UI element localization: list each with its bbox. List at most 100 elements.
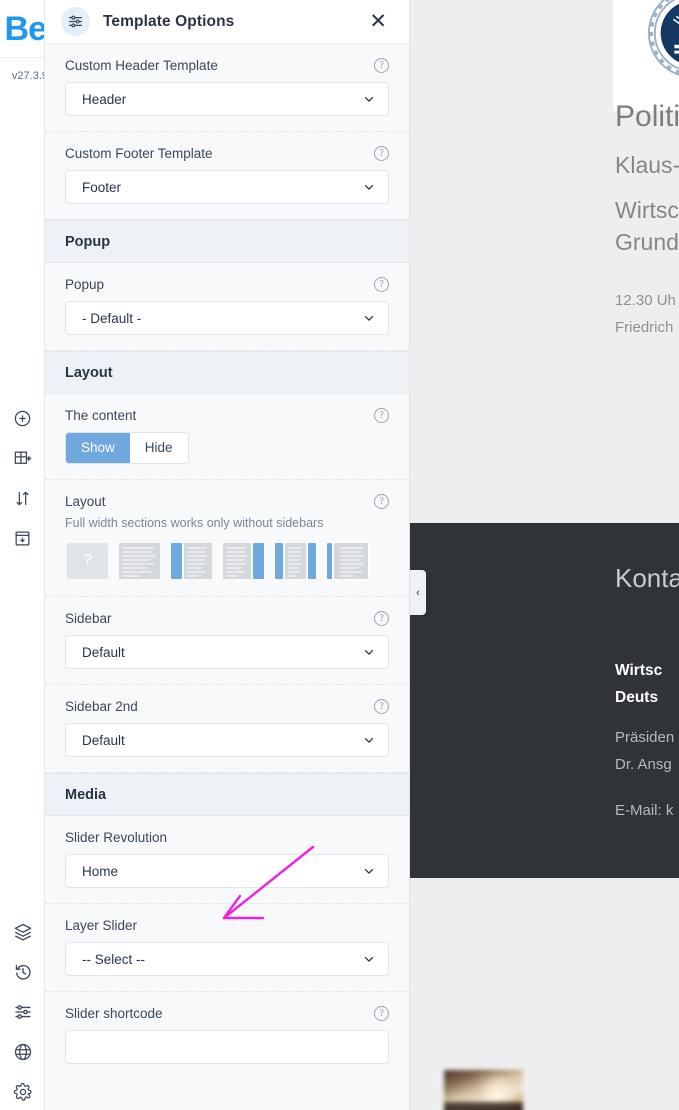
- toggle-option-hide[interactable]: Hide: [129, 433, 188, 463]
- slider-revolution-select[interactable]: Home: [65, 854, 389, 888]
- help-icon[interactable]: ?: [374, 146, 389, 161]
- logo-text: Be: [4, 9, 44, 48]
- toggle-option-show[interactable]: Show: [66, 433, 130, 463]
- section-header-popup: Popup: [45, 220, 409, 263]
- slider-shortcode-input[interactable]: [65, 1030, 389, 1064]
- preview-subheading: Klaus-: [615, 152, 679, 178]
- section-header-layout: Layout: [45, 351, 409, 394]
- sidebar-select[interactable]: Default: [65, 635, 389, 669]
- field-label: Sidebar: [65, 611, 112, 626]
- chevron-down-icon: [362, 645, 376, 659]
- circular-navy-emblem-icon: [644, 0, 679, 82]
- version-label: v27.3.9: [0, 57, 44, 93]
- template-options-panel: Template Options ✕ Custom Header Templat…: [45, 0, 410, 1110]
- panel-collapse-handle[interactable]: ‹: [410, 570, 426, 615]
- add-circle-icon[interactable]: [0, 398, 45, 438]
- layout-sidebar-left-narrow[interactable]: [325, 541, 370, 581]
- left-icon-rail: Be v27.3.9: [0, 0, 45, 1110]
- chevron-down-icon: [362, 952, 376, 966]
- help-icon[interactable]: ?: [374, 494, 389, 509]
- preview-hero-section: Politi Klaus- Wirtsc Grund 12.30 Uh Frie…: [410, 0, 679, 523]
- sidebar-2nd-select[interactable]: Default: [65, 723, 389, 757]
- field-layer-slider: Layer Slider -- Select --: [45, 904, 409, 992]
- field-the-content: The content ? Show Hide: [45, 394, 409, 480]
- preview-time: 12.30 Uh: [615, 291, 676, 309]
- question-mark-icon: ?: [67, 543, 108, 579]
- preview-bottom-area: [410, 878, 679, 1110]
- logo-card: [613, 0, 679, 111]
- history-revision-icon[interactable]: [0, 952, 45, 992]
- help-icon[interactable]: ?: [374, 1006, 389, 1021]
- layer-slider-select[interactable]: -- Select --: [65, 942, 389, 976]
- preview-heading: Politi: [615, 100, 679, 133]
- field-label: Layer Slider: [65, 918, 138, 933]
- field-slider-shortcode: Slider shortcode ?: [45, 992, 409, 1079]
- gear-settings-icon[interactable]: [0, 1072, 45, 1110]
- site-preview: Politi Klaus- Wirtsc Grund 12.30 Uh Frie…: [410, 0, 679, 1110]
- close-icon[interactable]: ✕: [365, 9, 391, 34]
- field-sidebar-2nd: Sidebar 2nd ? Default: [45, 685, 409, 773]
- select-value: Home: [82, 863, 119, 879]
- preview-contact-line2: Dr. Ansg: [615, 755, 672, 773]
- layout-sidebar-both[interactable]: [273, 541, 318, 581]
- field-label: Layout: [65, 494, 106, 509]
- field-layout: Layout ? Full width sections works only …: [45, 480, 409, 597]
- field-label: Custom Footer Template: [65, 146, 213, 161]
- preview-footer-dark: Kontak Wirtsc Deuts Präsiden Dr. Ansg E-…: [410, 523, 679, 878]
- preview-hero-text: Politi Klaus- Wirtsc Grund 12.30 Uh Frie…: [615, 100, 679, 340]
- the-content-toggle: Show Hide: [65, 432, 189, 464]
- preview-org-line1: Wirtsc: [615, 662, 663, 679]
- field-label: Custom Header Template: [65, 58, 218, 73]
- field-label: Slider Revolution: [65, 830, 168, 845]
- chevron-down-icon: [362, 864, 376, 878]
- panel-title: Template Options: [103, 12, 235, 30]
- field-custom-header-template: Custom Header Template ? Header: [45, 44, 409, 132]
- field-sidebar: Sidebar ? Default: [45, 597, 409, 685]
- chevron-down-icon: [362, 92, 376, 106]
- select-value: - Default -: [82, 310, 142, 326]
- help-icon[interactable]: ?: [374, 408, 389, 423]
- help-icon[interactable]: ?: [374, 699, 389, 714]
- field-label: Sidebar 2nd: [65, 699, 138, 714]
- betheme-logo[interactable]: Be: [0, 0, 44, 57]
- select-value: Header: [82, 91, 127, 107]
- field-label: Slider shortcode: [65, 1006, 163, 1021]
- sliders-icon: [61, 7, 90, 36]
- chevron-down-icon: [362, 180, 376, 194]
- select-value: -- Select --: [82, 951, 146, 967]
- preview-line2: Grund: [615, 228, 679, 255]
- preview-place: Friedrich: [615, 318, 674, 336]
- globe-icon[interactable]: [0, 1032, 45, 1072]
- preview-photo-thumbnail: [444, 1070, 523, 1110]
- layers-icon[interactable]: [0, 912, 45, 952]
- field-label: Popup: [65, 277, 105, 292]
- save-template-icon[interactable]: [0, 518, 45, 558]
- sort-updown-icon[interactable]: [0, 478, 45, 518]
- rail-middle-group: [0, 398, 45, 558]
- select-value: Default: [82, 732, 125, 748]
- field-popup: Popup ? - Default -: [45, 263, 409, 351]
- preview-org-line2: Deuts: [615, 689, 659, 707]
- chevron-down-icon: [362, 733, 376, 747]
- preview-email: E-Mail: k: [615, 801, 674, 819]
- layout-hint: Full width sections works only without s…: [65, 516, 324, 530]
- field-slider-revolution: Slider Revolution Home: [45, 816, 409, 904]
- popup-select[interactable]: - Default -: [65, 301, 389, 335]
- section-header-media: Media: [45, 773, 409, 816]
- custom-header-template-select[interactable]: Header: [65, 82, 389, 116]
- layout-sidebar-right[interactable]: [221, 541, 266, 581]
- help-icon[interactable]: ?: [374, 58, 389, 73]
- panel-header: Template Options ✕: [45, 0, 409, 44]
- sliders-options-icon[interactable]: [0, 992, 45, 1032]
- preview-kontakt-title: Kontak: [615, 563, 679, 593]
- help-icon[interactable]: ?: [374, 277, 389, 292]
- rail-bottom-group: [0, 912, 45, 1110]
- layout-sidebar-left[interactable]: [169, 541, 214, 581]
- chevron-down-icon: [362, 311, 376, 325]
- layout-unknown[interactable]: ?: [65, 541, 110, 581]
- help-icon[interactable]: ?: [374, 611, 389, 626]
- layout-no-sidebar[interactable]: [117, 541, 162, 581]
- field-custom-footer-template: Custom Footer Template ? Footer: [45, 132, 409, 220]
- add-section-icon[interactable]: [0, 438, 45, 478]
- custom-footer-template-select[interactable]: Footer: [65, 170, 389, 204]
